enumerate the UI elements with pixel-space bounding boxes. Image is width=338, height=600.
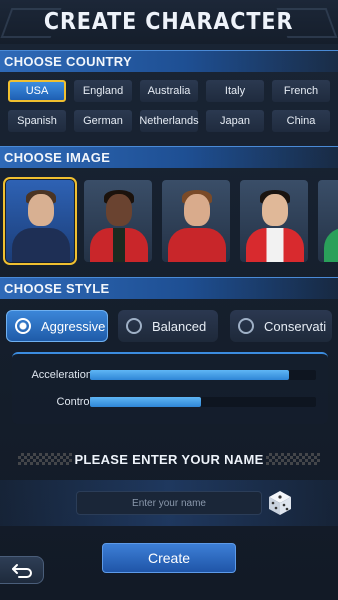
- suit-shape: [90, 228, 148, 262]
- section-header-country: CHOOSE COUNTRY: [0, 50, 338, 72]
- country-netherlands[interactable]: Netherlands: [139, 110, 199, 132]
- checkered-flag-left: [18, 453, 72, 465]
- dice-icon: [269, 491, 291, 515]
- country-usa[interactable]: USA: [8, 80, 66, 102]
- face-shape: [28, 194, 54, 226]
- suit-shape: [246, 228, 304, 262]
- country-italy[interactable]: Italy: [206, 80, 264, 102]
- style-label: Balanced: [152, 318, 207, 334]
- stat-label-acceleration: Acceleration: [31, 369, 92, 381]
- suit-shape: [12, 228, 70, 262]
- name-prompt: PLEASE ENTER YOUR NAME: [74, 451, 264, 467]
- portrait-driver-2[interactable]: [84, 180, 152, 262]
- create-button[interactable]: Create: [102, 543, 236, 573]
- stat-label-control: Control: [56, 396, 92, 408]
- face-shape: [262, 194, 288, 226]
- stat-fill-acceleration: [90, 370, 289, 380]
- country-england[interactable]: England: [74, 80, 132, 102]
- stat-bar-control: [90, 397, 316, 407]
- style-label: Aggressive: [41, 318, 106, 334]
- back-arrow-icon: [11, 564, 32, 578]
- face-shape: [106, 194, 132, 226]
- suit-shape: [168, 228, 226, 262]
- portrait-driver-4[interactable]: [240, 180, 308, 262]
- style-conservative-button[interactable]: Conservati: [230, 310, 332, 342]
- radio-icon: [238, 318, 254, 334]
- face-shape: [184, 194, 210, 226]
- section-header-style: CHOOSE STYLE: [0, 277, 338, 299]
- portrait-driver-5[interactable]: [318, 180, 338, 262]
- checkered-flag-right: [266, 453, 320, 465]
- title-decoration-right: [276, 8, 338, 38]
- country-german[interactable]: German: [74, 110, 132, 132]
- portrait-carousel: [0, 175, 338, 267]
- radio-selected-icon: [15, 318, 31, 334]
- random-name-button[interactable]: [266, 489, 294, 517]
- stats-panel: Acceleration Control: [12, 352, 328, 424]
- suit-shape: [324, 228, 338, 262]
- radio-icon: [126, 318, 142, 334]
- country-french[interactable]: French: [272, 80, 330, 102]
- style-aggressive-button[interactable]: Aggressive: [6, 310, 108, 342]
- portrait-driver-1[interactable]: [3, 177, 77, 265]
- back-button[interactable]: [0, 556, 44, 584]
- style-balanced-button[interactable]: Balanced: [118, 310, 218, 342]
- name-header: PLEASE ENTER YOUR NAME: [0, 447, 338, 471]
- portrait-driver-3[interactable]: [162, 180, 230, 262]
- page-title: CREATE CHARACTER: [44, 9, 294, 35]
- style-label: Conservati: [264, 318, 327, 334]
- country-australia[interactable]: Australia: [140, 80, 198, 102]
- stat-fill-control: [90, 397, 201, 407]
- style-selector: Aggressive Balanced Conservati: [0, 307, 338, 347]
- country-china[interactable]: China: [272, 110, 330, 132]
- section-header-image: CHOOSE IMAGE: [0, 146, 338, 168]
- country-japan[interactable]: Japan: [206, 110, 264, 132]
- country-grid: USA England Australia Italy French Spani…: [8, 80, 332, 132]
- country-spanish[interactable]: Spanish: [8, 110, 66, 132]
- name-input[interactable]: [76, 491, 262, 515]
- title-bar: CREATE CHARACTER: [0, 0, 338, 44]
- stat-bar-acceleration: [90, 370, 316, 380]
